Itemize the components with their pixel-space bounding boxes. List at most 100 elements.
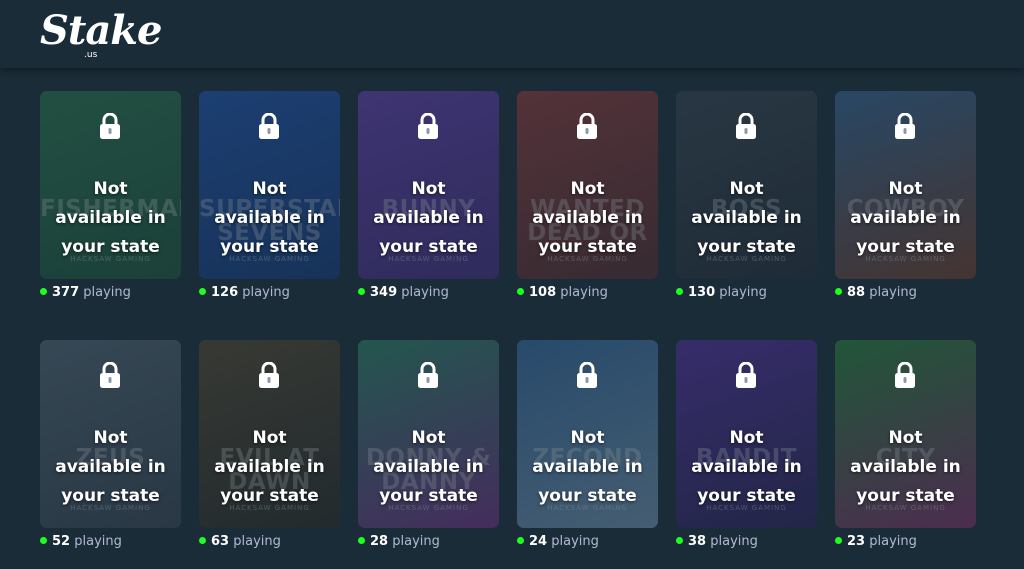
players-number: 88: [847, 285, 866, 300]
players-number: 63: [211, 534, 230, 549]
not-available-message: Not available in your state: [835, 175, 976, 262]
lock-icon: [259, 362, 279, 388]
not-available-line2: available in: [214, 457, 325, 477]
lock-icon: [418, 362, 438, 388]
players-count: 88 playing: [835, 284, 917, 302]
not-available-line3: your state: [697, 237, 796, 257]
players-count: 377 playing: [40, 284, 131, 302]
game-card[interactable]: WANTED DEAD ORHACKSAW GAMINGNotavailable…: [517, 91, 658, 279]
not-available-line1: Not: [93, 179, 128, 199]
not-available-line2: available in: [691, 208, 802, 228]
not-available-line3: your state: [538, 237, 637, 257]
players-count: 38 playing: [676, 533, 758, 551]
game-card[interactable]: EVIL AT DAWNHACKSAW GAMINGNotavailable i…: [199, 340, 340, 528]
not-available-line3: your state: [61, 237, 160, 257]
players-number: 130: [688, 285, 716, 300]
players-label: playing: [233, 534, 281, 549]
not-available-line2: available in: [373, 457, 484, 477]
game-card[interactable]: DONNY & DANNYHACKSAW GAMINGNotavailable …: [358, 340, 499, 528]
players-label: playing: [719, 285, 767, 300]
players-number: 377: [52, 285, 80, 300]
players-count: 108 playing: [517, 284, 608, 302]
not-available-message: Not available in your state: [199, 175, 340, 262]
players-count: 28 playing: [358, 533, 440, 551]
players-number: 126: [211, 285, 239, 300]
not-available-line2: available in: [373, 208, 484, 228]
game-card[interactable]: BUNNYHACKSAW GAMINGNotavailable inyour s…: [358, 91, 499, 279]
not-available-line1: Not: [411, 428, 446, 448]
restriction-overlay: Not available in your state: [358, 340, 499, 528]
not-available-message: Not available in your state: [835, 424, 976, 511]
not-available-line2: available in: [850, 208, 961, 228]
players-count: 23 playing: [835, 533, 917, 551]
players-number: 23: [847, 534, 866, 549]
not-available-line3: your state: [697, 486, 796, 506]
not-available-line3: your state: [856, 486, 955, 506]
players-label: playing: [83, 285, 131, 300]
game-card[interactable]: BANDITHACKSAW GAMINGNotavailable inyour …: [676, 340, 817, 528]
online-dot-icon: [676, 288, 683, 295]
stake-logo[interactable]: Stake .us: [40, 6, 162, 62]
not-available-line1: Not: [411, 179, 446, 199]
players-label: playing: [242, 285, 290, 300]
restriction-overlay: Not available in your state: [835, 91, 976, 279]
logo-text: Stake: [40, 7, 162, 54]
not-available-message: Not available in your state: [676, 424, 817, 511]
online-dot-icon: [199, 288, 206, 295]
players-count: 24 playing: [517, 533, 599, 551]
lock-icon: [895, 362, 915, 388]
game-card[interactable]: BOSSHACKSAW GAMINGNotavailable inyour st…: [676, 91, 817, 279]
not-available-line2: available in: [691, 457, 802, 477]
not-available-line3: your state: [220, 237, 319, 257]
players-number: 38: [688, 534, 707, 549]
not-available-message: Not available in your state: [40, 175, 181, 262]
lock-icon: [736, 113, 756, 139]
players-count: 130 playing: [676, 284, 767, 302]
restriction-overlay: Not available in your state: [517, 340, 658, 528]
top-bar: Stake .us: [0, 0, 1024, 68]
game-card[interactable]: FISHERMANHACKSAW GAMINGNotavailable inyo…: [40, 91, 181, 279]
players-number: 24: [529, 534, 548, 549]
lock-icon: [895, 113, 915, 139]
not-available-line1: Not: [93, 428, 128, 448]
lock-icon: [577, 362, 597, 388]
not-available-line2: available in: [532, 457, 643, 477]
not-available-line3: your state: [538, 486, 637, 506]
players-number: 349: [370, 285, 398, 300]
not-available-message: Not available in your state: [40, 424, 181, 511]
game-card[interactable]: COWBOYHACKSAW GAMINGNotavailable inyour …: [835, 91, 976, 279]
game-card[interactable]: ZECONDHACKSAW GAMINGNotavailable inyour …: [517, 340, 658, 528]
lock-icon: [418, 113, 438, 139]
not-available-message: Not available in your state: [358, 175, 499, 262]
online-dot-icon: [676, 537, 683, 544]
not-available-line3: your state: [220, 486, 319, 506]
restriction-overlay: Not available in your state: [199, 91, 340, 279]
lock-icon: [100, 362, 120, 388]
players-number: 28: [370, 534, 389, 549]
not-available-message: Not available in your state: [199, 424, 340, 511]
restriction-overlay: Not available in your state: [199, 340, 340, 528]
players-label: playing: [869, 285, 917, 300]
players-label: playing: [401, 285, 449, 300]
players-label: playing: [710, 534, 758, 549]
not-available-line1: Not: [252, 428, 287, 448]
game-card[interactable]: SUPERSTAR SEVENSHACKSAW GAMINGNotavailab…: [199, 91, 340, 279]
players-number: 108: [529, 285, 557, 300]
restriction-overlay: Not available in your state: [40, 91, 181, 279]
restriction-overlay: Not available in your state: [358, 91, 499, 279]
online-dot-icon: [358, 537, 365, 544]
not-available-line1: Not: [888, 179, 923, 199]
game-card[interactable]: CITYHACKSAW GAMINGNotavailable inyour st…: [835, 340, 976, 528]
lock-icon: [736, 362, 756, 388]
not-available-line3: your state: [379, 486, 478, 506]
not-available-line2: available in: [55, 208, 166, 228]
players-label: playing: [392, 534, 440, 549]
lock-icon: [577, 113, 597, 139]
players-label: playing: [560, 285, 608, 300]
players-number: 52: [52, 534, 71, 549]
game-card[interactable]: ZEUSHACKSAW GAMINGNotavailable inyour st…: [40, 340, 181, 528]
restriction-overlay: Not available in your state: [835, 340, 976, 528]
not-available-message: Not available in your state: [676, 175, 817, 262]
players-count: 52 playing: [40, 533, 122, 551]
players-label: playing: [551, 534, 599, 549]
